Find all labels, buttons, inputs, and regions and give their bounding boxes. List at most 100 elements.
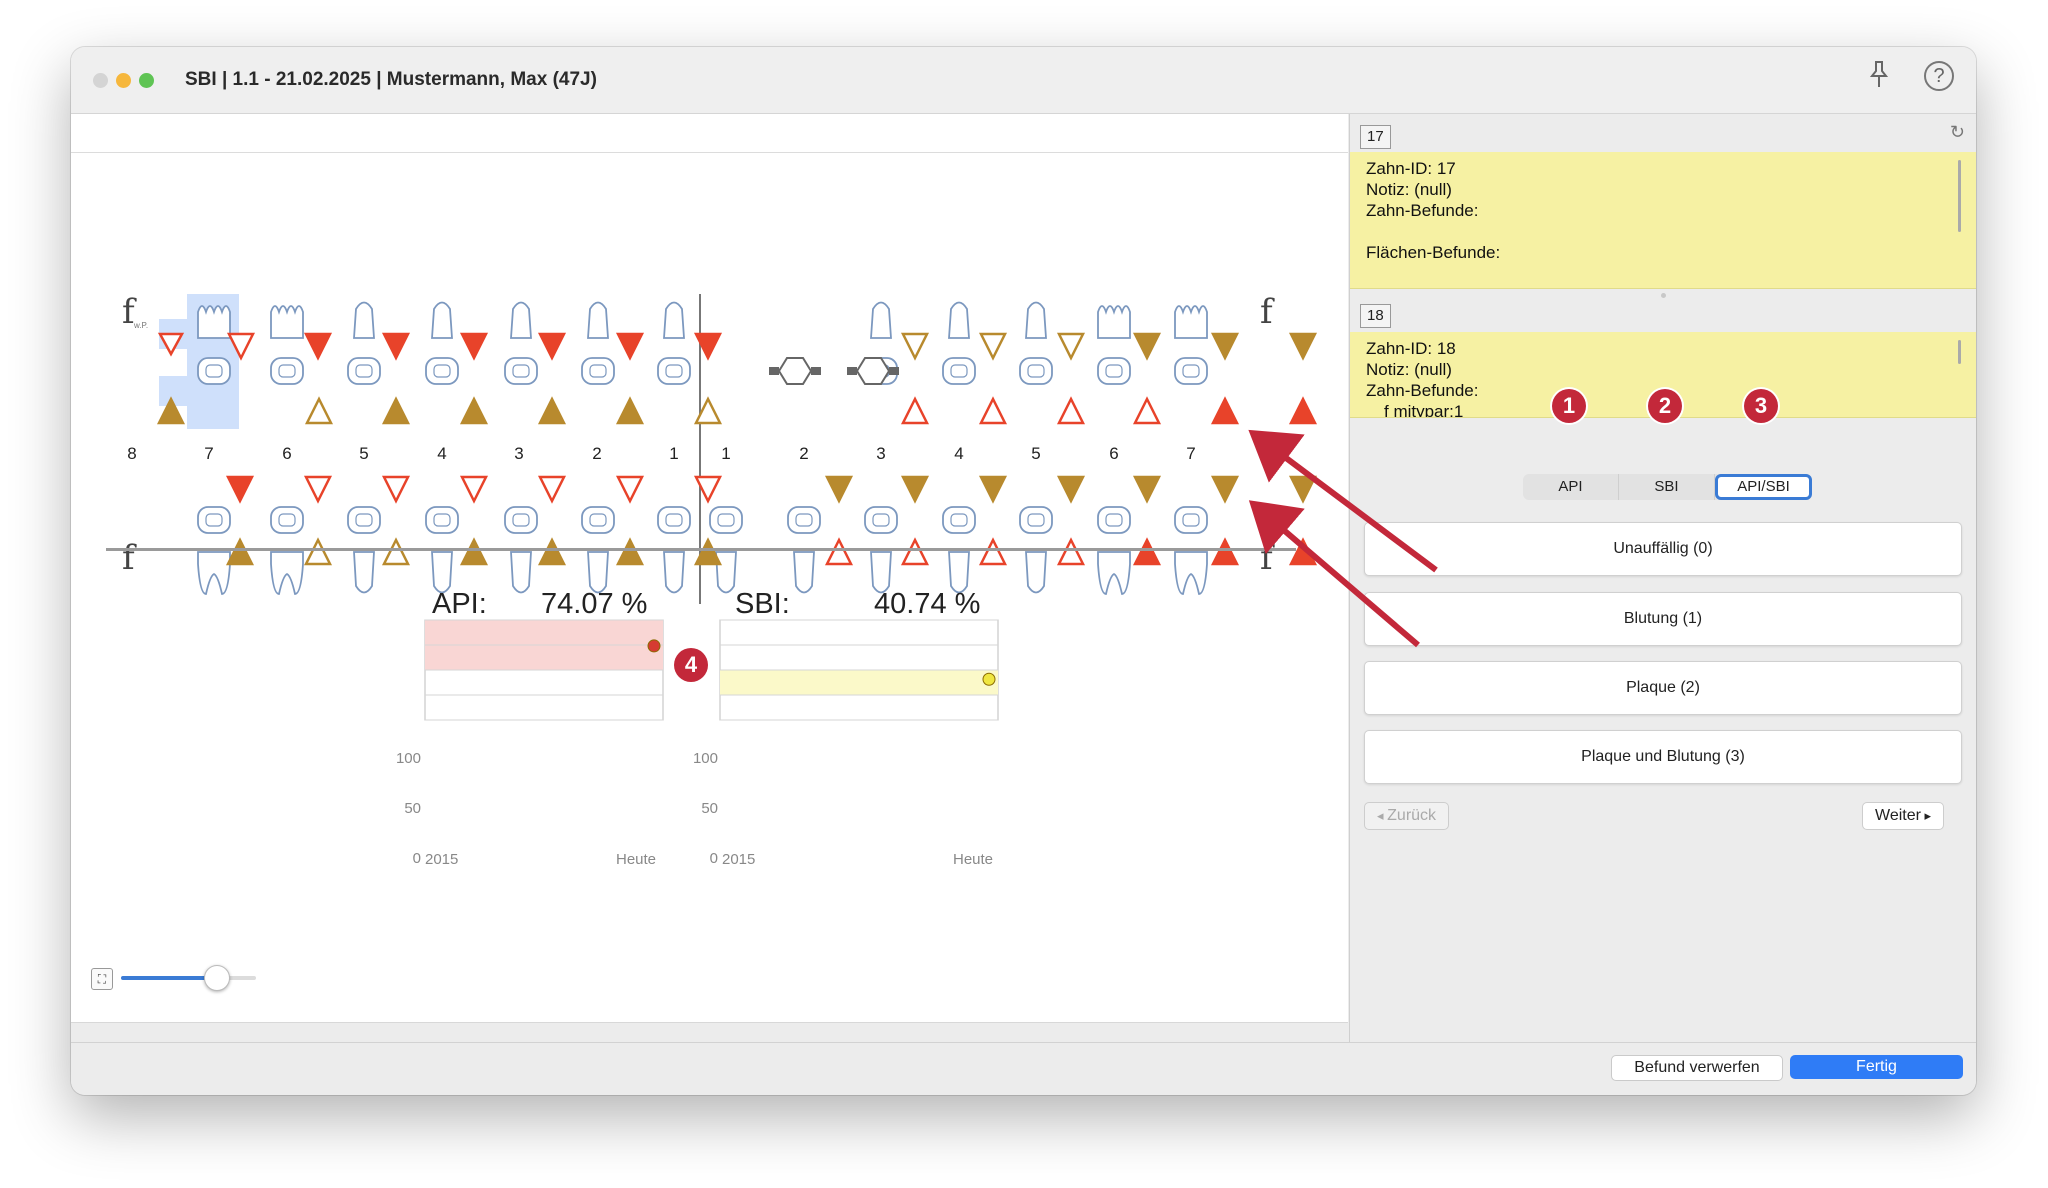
tooth-upper-occlusal-8[interactable] <box>942 357 976 385</box>
tooth-upper-crown-1[interactable] <box>270 305 304 339</box>
tooth-upper-occlusal-3[interactable] <box>425 357 459 385</box>
note-17-scrollbar[interactable] <box>1958 160 1961 232</box>
zoom-window-button[interactable] <box>139 73 154 88</box>
tooth-lower-root-2[interactable] <box>353 551 375 594</box>
help-icon[interactable]: ? <box>1924 61 1954 91</box>
tooth-lower-occlusal-9[interactable] <box>864 506 898 534</box>
done-button[interactable]: Fertig <box>1790 1055 1963 1079</box>
tooth-upper-crown-9[interactable] <box>1025 301 1047 339</box>
note-17-line-2: Notiz: (null) <box>1366 180 1452 199</box>
option-plaque-button[interactable]: Plaque (2) <box>1364 661 1962 715</box>
marker-upper-row1-5 <box>615 332 645 361</box>
api-ytick-100: 100 <box>395 750 421 767</box>
tooth-upper-occlusal-5[interactable] <box>581 357 615 385</box>
tooth-implant-21[interactable] <box>777 357 813 385</box>
tooth-lower-root-11[interactable] <box>1025 551 1047 594</box>
note-tag-17[interactable]: 17 <box>1360 125 1391 149</box>
dental-chart[interactable] <box>71 294 1348 624</box>
tooth-lower-root-7[interactable] <box>715 551 737 594</box>
next-button[interactable]: Weiter ▸ <box>1862 802 1945 830</box>
tooth-upper-occlusal-10[interactable] <box>1097 357 1131 385</box>
tooth-upper-crown-7[interactable] <box>870 301 892 339</box>
split-handle[interactable] <box>1661 293 1666 298</box>
back-button[interactable]: ◂ Zurück <box>1364 802 1450 830</box>
note-tag-18[interactable]: 18 <box>1360 304 1391 328</box>
tooth-upper-crown-11[interactable] <box>1174 305 1208 339</box>
pin-icon[interactable] <box>1864 59 1894 99</box>
zoom-slider-thumb[interactable] <box>204 965 230 991</box>
tooth-lower-root-5[interactable] <box>587 551 609 594</box>
segment-api-sbi[interactable]: API/SBI <box>1715 474 1812 500</box>
tooth-upper-occlusal-0[interactable] <box>197 357 231 385</box>
tooth-implant-22-left-connector[interactable] <box>847 367 857 375</box>
tooth-lower-root-9[interactable] <box>870 551 892 594</box>
tooth-upper-crown-10[interactable] <box>1097 305 1131 339</box>
tooth-lower-root-6[interactable] <box>663 551 685 594</box>
option-plaque-blutung-button[interactable]: Plaque und Blutung (3) <box>1364 730 1962 784</box>
tooth-upper-occlusal-4[interactable] <box>504 357 538 385</box>
option-unauffaellig-button[interactable]: Unauffällig (0) <box>1364 522 1962 576</box>
tooth-lower-root-1[interactable] <box>270 551 304 595</box>
tooth-upper-crown-6[interactable] <box>663 301 685 339</box>
tooth-lower-occlusal-3[interactable] <box>425 506 459 534</box>
tooth-lower-root-10[interactable] <box>948 551 970 594</box>
marker-upper-row2-11 <box>1210 396 1240 425</box>
tooth-upper-crown-4[interactable] <box>510 301 532 339</box>
close-window-button[interactable] <box>93 73 108 88</box>
tooth-implant-22[interactable] <box>855 357 891 385</box>
marker-lower-row1-12 <box>1210 475 1240 504</box>
api-label: API: <box>432 588 487 620</box>
marker-lower-row2-12 <box>1210 537 1240 566</box>
tooth-implant-21-right-connector[interactable] <box>811 367 821 375</box>
discard-finding-button[interactable]: Befund verwerfen <box>1611 1055 1783 1081</box>
badge-1: 1 <box>1552 389 1586 423</box>
tooth-lower-root-0[interactable] <box>197 551 231 595</box>
tooth-upper-occlusal-2[interactable] <box>347 357 381 385</box>
tooth-lower-root-8[interactable] <box>793 551 815 594</box>
tooth-lower-root-4[interactable] <box>510 551 532 594</box>
tooth-implant-21-left-connector[interactable] <box>769 367 779 375</box>
minimize-window-button[interactable] <box>116 73 131 88</box>
marker-lower-row2-4 <box>537 537 567 566</box>
tooth-lower-occlusal-1[interactable] <box>270 506 304 534</box>
tooth-lower-occlusal-11[interactable] <box>1019 506 1053 534</box>
tooth-number-left-2: 2 <box>592 444 602 463</box>
marker-lower-row1-5 <box>615 475 645 504</box>
tooth-upper-crown-8[interactable] <box>948 301 970 339</box>
tooth-upper-crown-5[interactable] <box>587 301 609 339</box>
tooth-lower-occlusal-4[interactable] <box>504 506 538 534</box>
note-17-line-5: Flächen-Befunde: <box>1366 243 1501 262</box>
tooth-upper-crown-0[interactable] <box>197 305 231 339</box>
tooth-implant-22-right-connector[interactable] <box>889 367 899 375</box>
tooth-lower-occlusal-10[interactable] <box>942 506 976 534</box>
tooth-upper-crown-3[interactable] <box>431 301 453 339</box>
tooth-lower-occlusal-5[interactable] <box>581 506 615 534</box>
tooth-lower-occlusal-6[interactable] <box>657 506 691 534</box>
upper-left-f-marker: f <box>122 292 135 332</box>
tooth-lower-occlusal-8[interactable] <box>787 506 821 534</box>
tooth-lower-occlusal-13[interactable] <box>1174 506 1208 534</box>
upper-left-f-sub: w.P. <box>134 321 149 330</box>
tooth-lower-root-3[interactable] <box>431 551 453 594</box>
fit-to-screen-icon[interactable]: ⛶ <box>91 968 113 990</box>
marker-lower-row1-13 <box>1288 475 1318 504</box>
refresh-icon[interactable]: ↻ <box>1950 122 1965 143</box>
tooth-upper-occlusal-11[interactable] <box>1174 357 1208 385</box>
tooth-upper-occlusal-9[interactable] <box>1019 357 1053 385</box>
tooth-lower-occlusal-12[interactable] <box>1097 506 1131 534</box>
segment-api[interactable]: API <box>1523 474 1619 500</box>
timeline-slider[interactable] <box>106 548 1296 551</box>
tooth-lower-occlusal-0[interactable] <box>197 506 231 534</box>
back-button-label: Zurück <box>1387 807 1437 824</box>
sbi-ytick-0: 0 <box>709 850 718 867</box>
tooth-lower-root-12[interactable] <box>1097 551 1131 595</box>
tooth-lower-occlusal-7[interactable] <box>709 506 743 534</box>
tooth-upper-occlusal-1[interactable] <box>270 357 304 385</box>
tooth-lower-root-13[interactable] <box>1174 551 1208 595</box>
option-blutung-button[interactable]: Blutung (1) <box>1364 592 1962 646</box>
tooth-upper-crown-2[interactable] <box>353 301 375 339</box>
segment-sbi[interactable]: SBI <box>1619 474 1715 500</box>
note-18-scrollbar[interactable] <box>1958 340 1961 364</box>
tooth-lower-occlusal-2[interactable] <box>347 506 381 534</box>
tooth-upper-occlusal-6[interactable] <box>657 357 691 385</box>
